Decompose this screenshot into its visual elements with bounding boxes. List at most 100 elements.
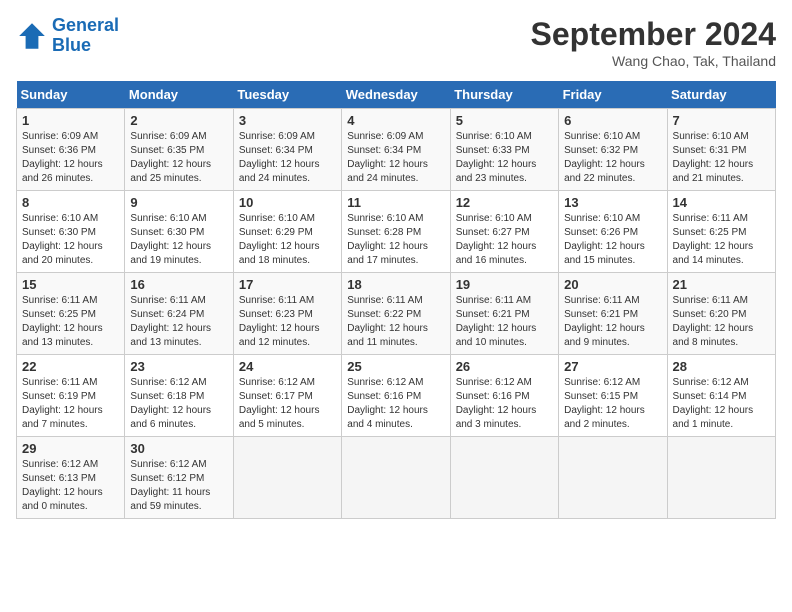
day-info: Sunrise: 6:11 AM Sunset: 6:23 PM Dayligh… xyxy=(239,294,336,350)
day-number: 26 xyxy=(456,359,553,374)
day-number: 3 xyxy=(239,113,336,128)
day-info: Sunrise: 6:10 AM Sunset: 6:27 PM Dayligh… xyxy=(456,212,553,268)
day-info: Sunrise: 6:11 AM Sunset: 6:19 PM Dayligh… xyxy=(22,376,119,432)
day-info: Sunrise: 6:10 AM Sunset: 6:33 PM Dayligh… xyxy=(456,130,553,186)
day-info: Sunrise: 6:10 AM Sunset: 6:30 PM Dayligh… xyxy=(22,212,119,268)
calendar-cell xyxy=(559,437,667,519)
calendar-cell: 21 Sunrise: 6:11 AM Sunset: 6:20 PM Dayl… xyxy=(667,273,775,355)
day-number: 17 xyxy=(239,277,336,292)
day-info: Sunrise: 6:12 AM Sunset: 6:18 PM Dayligh… xyxy=(130,376,227,432)
calendar-week-row: 1 Sunrise: 6:09 AM Sunset: 6:36 PM Dayli… xyxy=(17,109,776,191)
day-info: Sunrise: 6:12 AM Sunset: 6:12 PM Dayligh… xyxy=(130,458,227,514)
day-number: 25 xyxy=(347,359,444,374)
calendar-week-row: 29 Sunrise: 6:12 AM Sunset: 6:13 PM Dayl… xyxy=(17,437,776,519)
day-number: 9 xyxy=(130,195,227,210)
day-info: Sunrise: 6:10 AM Sunset: 6:28 PM Dayligh… xyxy=(347,212,444,268)
day-number: 5 xyxy=(456,113,553,128)
day-number: 6 xyxy=(564,113,661,128)
weekday-header-monday: Monday xyxy=(125,81,233,109)
day-info: Sunrise: 6:09 AM Sunset: 6:36 PM Dayligh… xyxy=(22,130,119,186)
calendar-cell: 27 Sunrise: 6:12 AM Sunset: 6:15 PM Dayl… xyxy=(559,355,667,437)
logo-text: General Blue xyxy=(52,16,119,56)
day-info: Sunrise: 6:12 AM Sunset: 6:14 PM Dayligh… xyxy=(673,376,770,432)
day-info: Sunrise: 6:12 AM Sunset: 6:16 PM Dayligh… xyxy=(456,376,553,432)
location: Wang Chao, Tak, Thailand xyxy=(531,53,776,69)
calendar-cell: 20 Sunrise: 6:11 AM Sunset: 6:21 PM Dayl… xyxy=(559,273,667,355)
day-info: Sunrise: 6:11 AM Sunset: 6:21 PM Dayligh… xyxy=(456,294,553,350)
calendar-cell xyxy=(233,437,341,519)
weekday-header-saturday: Saturday xyxy=(667,81,775,109)
day-info: Sunrise: 6:09 AM Sunset: 6:35 PM Dayligh… xyxy=(130,130,227,186)
calendar-cell xyxy=(342,437,450,519)
day-number: 28 xyxy=(673,359,770,374)
calendar-table: SundayMondayTuesdayWednesdayThursdayFrid… xyxy=(16,81,776,519)
calendar-cell: 2 Sunrise: 6:09 AM Sunset: 6:35 PM Dayli… xyxy=(125,109,233,191)
weekday-header-friday: Friday xyxy=(559,81,667,109)
calendar-cell: 16 Sunrise: 6:11 AM Sunset: 6:24 PM Dayl… xyxy=(125,273,233,355)
day-info: Sunrise: 6:11 AM Sunset: 6:20 PM Dayligh… xyxy=(673,294,770,350)
calendar-cell: 14 Sunrise: 6:11 AM Sunset: 6:25 PM Dayl… xyxy=(667,191,775,273)
calendar-cell: 28 Sunrise: 6:12 AM Sunset: 6:14 PM Dayl… xyxy=(667,355,775,437)
day-number: 14 xyxy=(673,195,770,210)
day-info: Sunrise: 6:10 AM Sunset: 6:32 PM Dayligh… xyxy=(564,130,661,186)
weekday-header-row: SundayMondayTuesdayWednesdayThursdayFrid… xyxy=(17,81,776,109)
calendar-week-row: 8 Sunrise: 6:10 AM Sunset: 6:30 PM Dayli… xyxy=(17,191,776,273)
day-number: 29 xyxy=(22,441,119,456)
weekday-header-sunday: Sunday xyxy=(17,81,125,109)
day-info: Sunrise: 6:12 AM Sunset: 6:17 PM Dayligh… xyxy=(239,376,336,432)
day-number: 4 xyxy=(347,113,444,128)
day-info: Sunrise: 6:11 AM Sunset: 6:24 PM Dayligh… xyxy=(130,294,227,350)
day-info: Sunrise: 6:10 AM Sunset: 6:26 PM Dayligh… xyxy=(564,212,661,268)
calendar-cell: 6 Sunrise: 6:10 AM Sunset: 6:32 PM Dayli… xyxy=(559,109,667,191)
day-info: Sunrise: 6:11 AM Sunset: 6:22 PM Dayligh… xyxy=(347,294,444,350)
day-info: Sunrise: 6:09 AM Sunset: 6:34 PM Dayligh… xyxy=(239,130,336,186)
day-number: 11 xyxy=(347,195,444,210)
calendar-cell: 17 Sunrise: 6:11 AM Sunset: 6:23 PM Dayl… xyxy=(233,273,341,355)
day-number: 1 xyxy=(22,113,119,128)
calendar-week-row: 22 Sunrise: 6:11 AM Sunset: 6:19 PM Dayl… xyxy=(17,355,776,437)
calendar-cell xyxy=(450,437,558,519)
calendar-cell: 1 Sunrise: 6:09 AM Sunset: 6:36 PM Dayli… xyxy=(17,109,125,191)
day-number: 20 xyxy=(564,277,661,292)
day-info: Sunrise: 6:11 AM Sunset: 6:25 PM Dayligh… xyxy=(22,294,119,350)
page-header: General Blue September 2024 Wang Chao, T… xyxy=(16,16,776,69)
calendar-cell: 7 Sunrise: 6:10 AM Sunset: 6:31 PM Dayli… xyxy=(667,109,775,191)
calendar-cell: 30 Sunrise: 6:12 AM Sunset: 6:12 PM Dayl… xyxy=(125,437,233,519)
day-info: Sunrise: 6:12 AM Sunset: 6:15 PM Dayligh… xyxy=(564,376,661,432)
day-number: 16 xyxy=(130,277,227,292)
day-number: 21 xyxy=(673,277,770,292)
day-info: Sunrise: 6:09 AM Sunset: 6:34 PM Dayligh… xyxy=(347,130,444,186)
title-block: September 2024 Wang Chao, Tak, Thailand xyxy=(531,16,776,69)
day-number: 30 xyxy=(130,441,227,456)
day-info: Sunrise: 6:11 AM Sunset: 6:25 PM Dayligh… xyxy=(673,212,770,268)
month-year: September 2024 xyxy=(531,16,776,53)
day-number: 2 xyxy=(130,113,227,128)
calendar-cell: 8 Sunrise: 6:10 AM Sunset: 6:30 PM Dayli… xyxy=(17,191,125,273)
logo-general: General xyxy=(52,15,119,35)
calendar-cell: 23 Sunrise: 6:12 AM Sunset: 6:18 PM Dayl… xyxy=(125,355,233,437)
day-info: Sunrise: 6:10 AM Sunset: 6:31 PM Dayligh… xyxy=(673,130,770,186)
logo: General Blue xyxy=(16,16,119,56)
day-number: 7 xyxy=(673,113,770,128)
weekday-header-thursday: Thursday xyxy=(450,81,558,109)
day-number: 12 xyxy=(456,195,553,210)
calendar-cell: 12 Sunrise: 6:10 AM Sunset: 6:27 PM Dayl… xyxy=(450,191,558,273)
calendar-week-row: 15 Sunrise: 6:11 AM Sunset: 6:25 PM Dayl… xyxy=(17,273,776,355)
calendar-cell: 9 Sunrise: 6:10 AM Sunset: 6:30 PM Dayli… xyxy=(125,191,233,273)
calendar-cell: 15 Sunrise: 6:11 AM Sunset: 6:25 PM Dayl… xyxy=(17,273,125,355)
weekday-header-wednesday: Wednesday xyxy=(342,81,450,109)
day-number: 18 xyxy=(347,277,444,292)
day-info: Sunrise: 6:10 AM Sunset: 6:30 PM Dayligh… xyxy=(130,212,227,268)
day-number: 22 xyxy=(22,359,119,374)
day-number: 15 xyxy=(22,277,119,292)
logo-icon xyxy=(16,20,48,52)
calendar-cell: 24 Sunrise: 6:12 AM Sunset: 6:17 PM Dayl… xyxy=(233,355,341,437)
day-info: Sunrise: 6:12 AM Sunset: 6:13 PM Dayligh… xyxy=(22,458,119,514)
calendar-cell: 26 Sunrise: 6:12 AM Sunset: 6:16 PM Dayl… xyxy=(450,355,558,437)
day-number: 23 xyxy=(130,359,227,374)
calendar-cell: 13 Sunrise: 6:10 AM Sunset: 6:26 PM Dayl… xyxy=(559,191,667,273)
calendar-cell xyxy=(667,437,775,519)
day-number: 8 xyxy=(22,195,119,210)
calendar-cell: 19 Sunrise: 6:11 AM Sunset: 6:21 PM Dayl… xyxy=(450,273,558,355)
day-info: Sunrise: 6:10 AM Sunset: 6:29 PM Dayligh… xyxy=(239,212,336,268)
